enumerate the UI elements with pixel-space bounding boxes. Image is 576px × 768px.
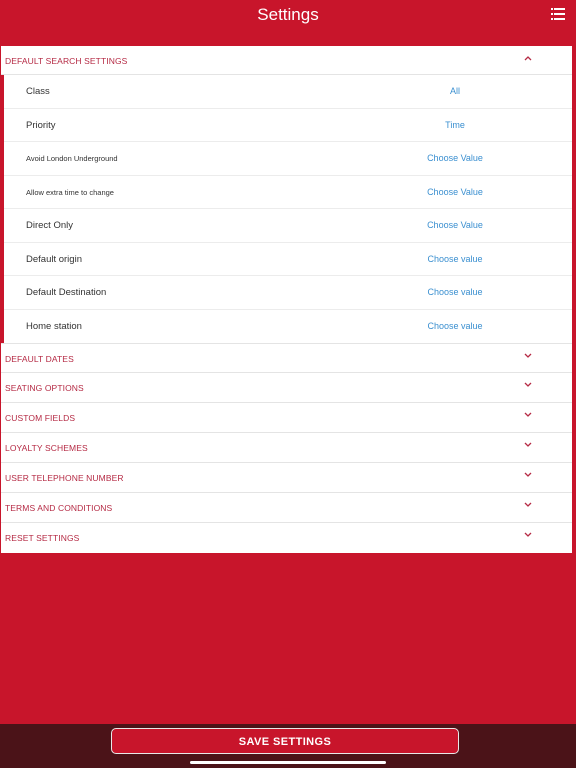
section-label: LOYALTY SCHEMES xyxy=(5,443,88,453)
list-icon[interactable] xyxy=(551,8,565,20)
setting-row-class[interactable]: Class All xyxy=(4,75,572,109)
chevron-down-icon xyxy=(524,471,532,479)
setting-label: Direct Only xyxy=(26,220,73,231)
setting-label: Default origin xyxy=(26,253,82,265)
settings-panel: DEFAULT SEARCH SETTINGS Class All Priori… xyxy=(1,46,572,553)
section-label: USER TELEPHONE NUMBER xyxy=(5,473,124,483)
chevron-down-icon xyxy=(524,352,532,360)
section-terms-and-conditions[interactable]: TERMS AND CONDITIONS xyxy=(1,493,572,523)
setting-label: Priority xyxy=(26,119,56,131)
setting-value[interactable]: Choose Value xyxy=(384,187,526,197)
chevron-down-icon xyxy=(524,381,532,389)
chevron-down-icon xyxy=(524,411,532,419)
setting-label: Default Destination xyxy=(26,287,107,298)
footer-bar: SAVE SETTINGS xyxy=(0,724,576,768)
section-seating-options[interactable]: SEATING OPTIONS xyxy=(1,373,572,403)
section-label: CUSTOM FIELDS xyxy=(5,413,76,423)
setting-value[interactable]: Choose value xyxy=(384,321,526,331)
page-title: Settings xyxy=(257,5,319,24)
chevron-down-icon xyxy=(524,501,532,509)
section-label: TERMS AND CONDITIONS xyxy=(5,503,113,513)
setting-row-extra-time[interactable]: Allow extra time to change Choose Value xyxy=(4,176,572,209)
section-reset-settings[interactable]: RESET SETTINGS xyxy=(1,523,572,553)
setting-row-avoid-underground[interactable]: Avoid London Underground Choose Value xyxy=(4,142,572,176)
section-user-telephone-number[interactable]: USER TELEPHONE NUMBER xyxy=(1,463,572,493)
setting-row-default-destination[interactable]: Default Destination Choose value xyxy=(4,276,572,310)
setting-value[interactable]: Choose value xyxy=(384,287,526,297)
setting-label: Allow extra time to change xyxy=(26,187,114,197)
setting-label: Avoid London Underground xyxy=(26,154,118,163)
setting-value[interactable]: Time xyxy=(384,120,526,130)
setting-row-default-origin[interactable]: Default origin Choose value xyxy=(4,243,572,276)
home-indicator[interactable] xyxy=(190,761,386,764)
setting-row-direct-only[interactable]: Direct Only Choose Value xyxy=(4,209,572,243)
setting-value[interactable]: Choose Value xyxy=(384,220,526,230)
section-label: RESET SETTINGS xyxy=(5,533,80,543)
section-label: DEFAULT SEARCH SETTINGS xyxy=(5,56,128,66)
setting-label: Home station xyxy=(26,320,82,332)
section-default-search-settings[interactable]: DEFAULT SEARCH SETTINGS xyxy=(1,46,572,75)
app-header: Settings xyxy=(0,0,576,36)
chevron-up-icon xyxy=(524,54,532,62)
save-settings-button[interactable]: SAVE SETTINGS xyxy=(111,728,459,754)
setting-value[interactable]: Choose value xyxy=(384,254,526,264)
setting-row-home-station[interactable]: Home station Choose value xyxy=(4,310,572,344)
section-items: Class All Priority Time Avoid London Und… xyxy=(1,75,572,343)
section-label: DEFAULT DATES xyxy=(5,354,74,364)
section-label: SEATING OPTIONS xyxy=(5,383,84,393)
setting-label: Class xyxy=(26,86,50,97)
section-custom-fields[interactable]: CUSTOM FIELDS xyxy=(1,403,572,433)
section-loyalty-schemes[interactable]: LOYALTY SCHEMES xyxy=(1,433,572,463)
setting-value[interactable]: Choose Value xyxy=(384,153,526,163)
section-default-dates[interactable]: DEFAULT DATES xyxy=(1,343,572,373)
setting-row-priority[interactable]: Priority Time xyxy=(4,109,572,142)
chevron-down-icon xyxy=(524,441,532,449)
setting-value[interactable]: All xyxy=(384,86,526,96)
chevron-down-icon xyxy=(524,531,532,539)
